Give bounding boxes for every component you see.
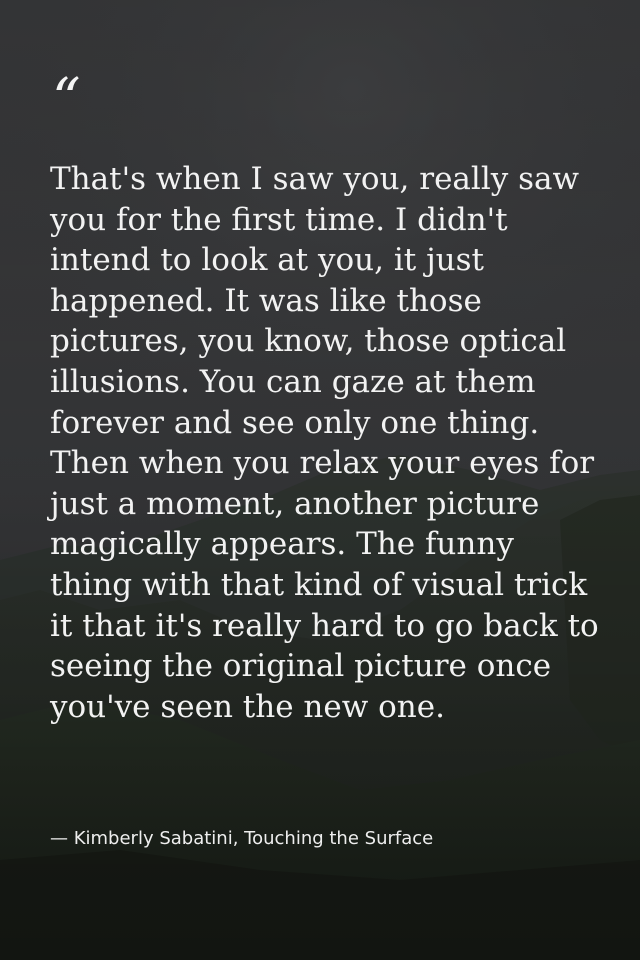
- quote-text: That's when I saw you, really saw you fo…: [50, 161, 599, 725]
- quote-mark-icon: “: [52, 67, 81, 132]
- quote-attribution: — Kimberly Sabatini, Touching the Surfac…: [50, 828, 434, 849]
